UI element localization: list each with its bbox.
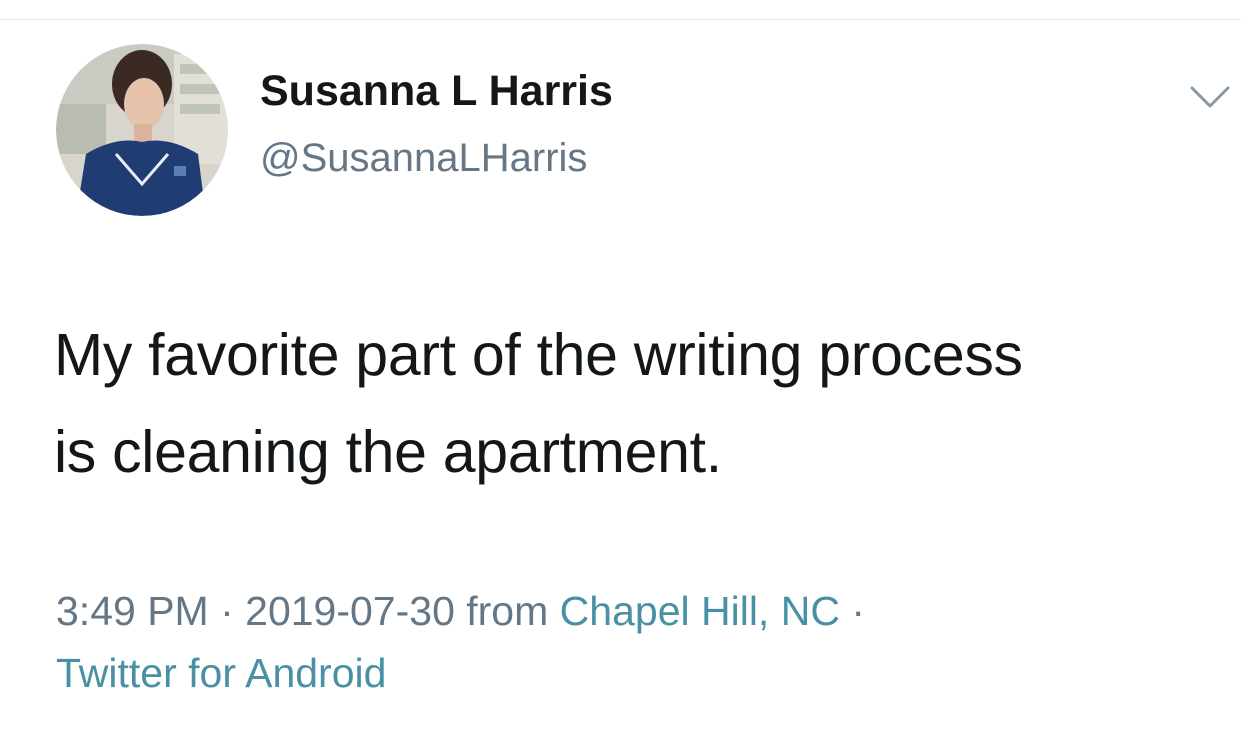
tweet-text-line: is cleaning the apartment. xyxy=(54,419,722,485)
tweet-location-link[interactable]: Chapel Hill, NC xyxy=(560,588,840,634)
avatar[interactable] xyxy=(56,44,228,216)
tweet-client-link[interactable]: Twitter for Android xyxy=(56,642,1206,704)
tweet-date[interactable]: 2019-07-30 xyxy=(245,588,455,634)
tweet-text-line: My favorite part of the writing process xyxy=(54,322,1023,388)
chevron-down-icon[interactable] xyxy=(1188,82,1232,112)
tweet-meta-line-1: 3:49 PM · 2019-07-30 from Chapel Hill, N… xyxy=(56,580,1206,642)
author-handle[interactable]: @SusannaLHarris xyxy=(260,138,587,178)
meta-from: from xyxy=(454,588,560,634)
author-display-name[interactable]: Susanna L Harris xyxy=(260,70,613,113)
top-divider xyxy=(0,19,1241,20)
tweet-time[interactable]: 3:49 PM xyxy=(56,588,209,634)
meta-separator: · xyxy=(208,588,246,634)
tweet-card: Susanna L Harris @SusannaLHarris My favo… xyxy=(0,0,1241,733)
meta-separator: · xyxy=(839,588,865,634)
tweet-meta: 3:49 PM · 2019-07-30 from Chapel Hill, N… xyxy=(56,580,1206,704)
tweet-text: My favorite part of the writing process … xyxy=(54,307,1214,501)
